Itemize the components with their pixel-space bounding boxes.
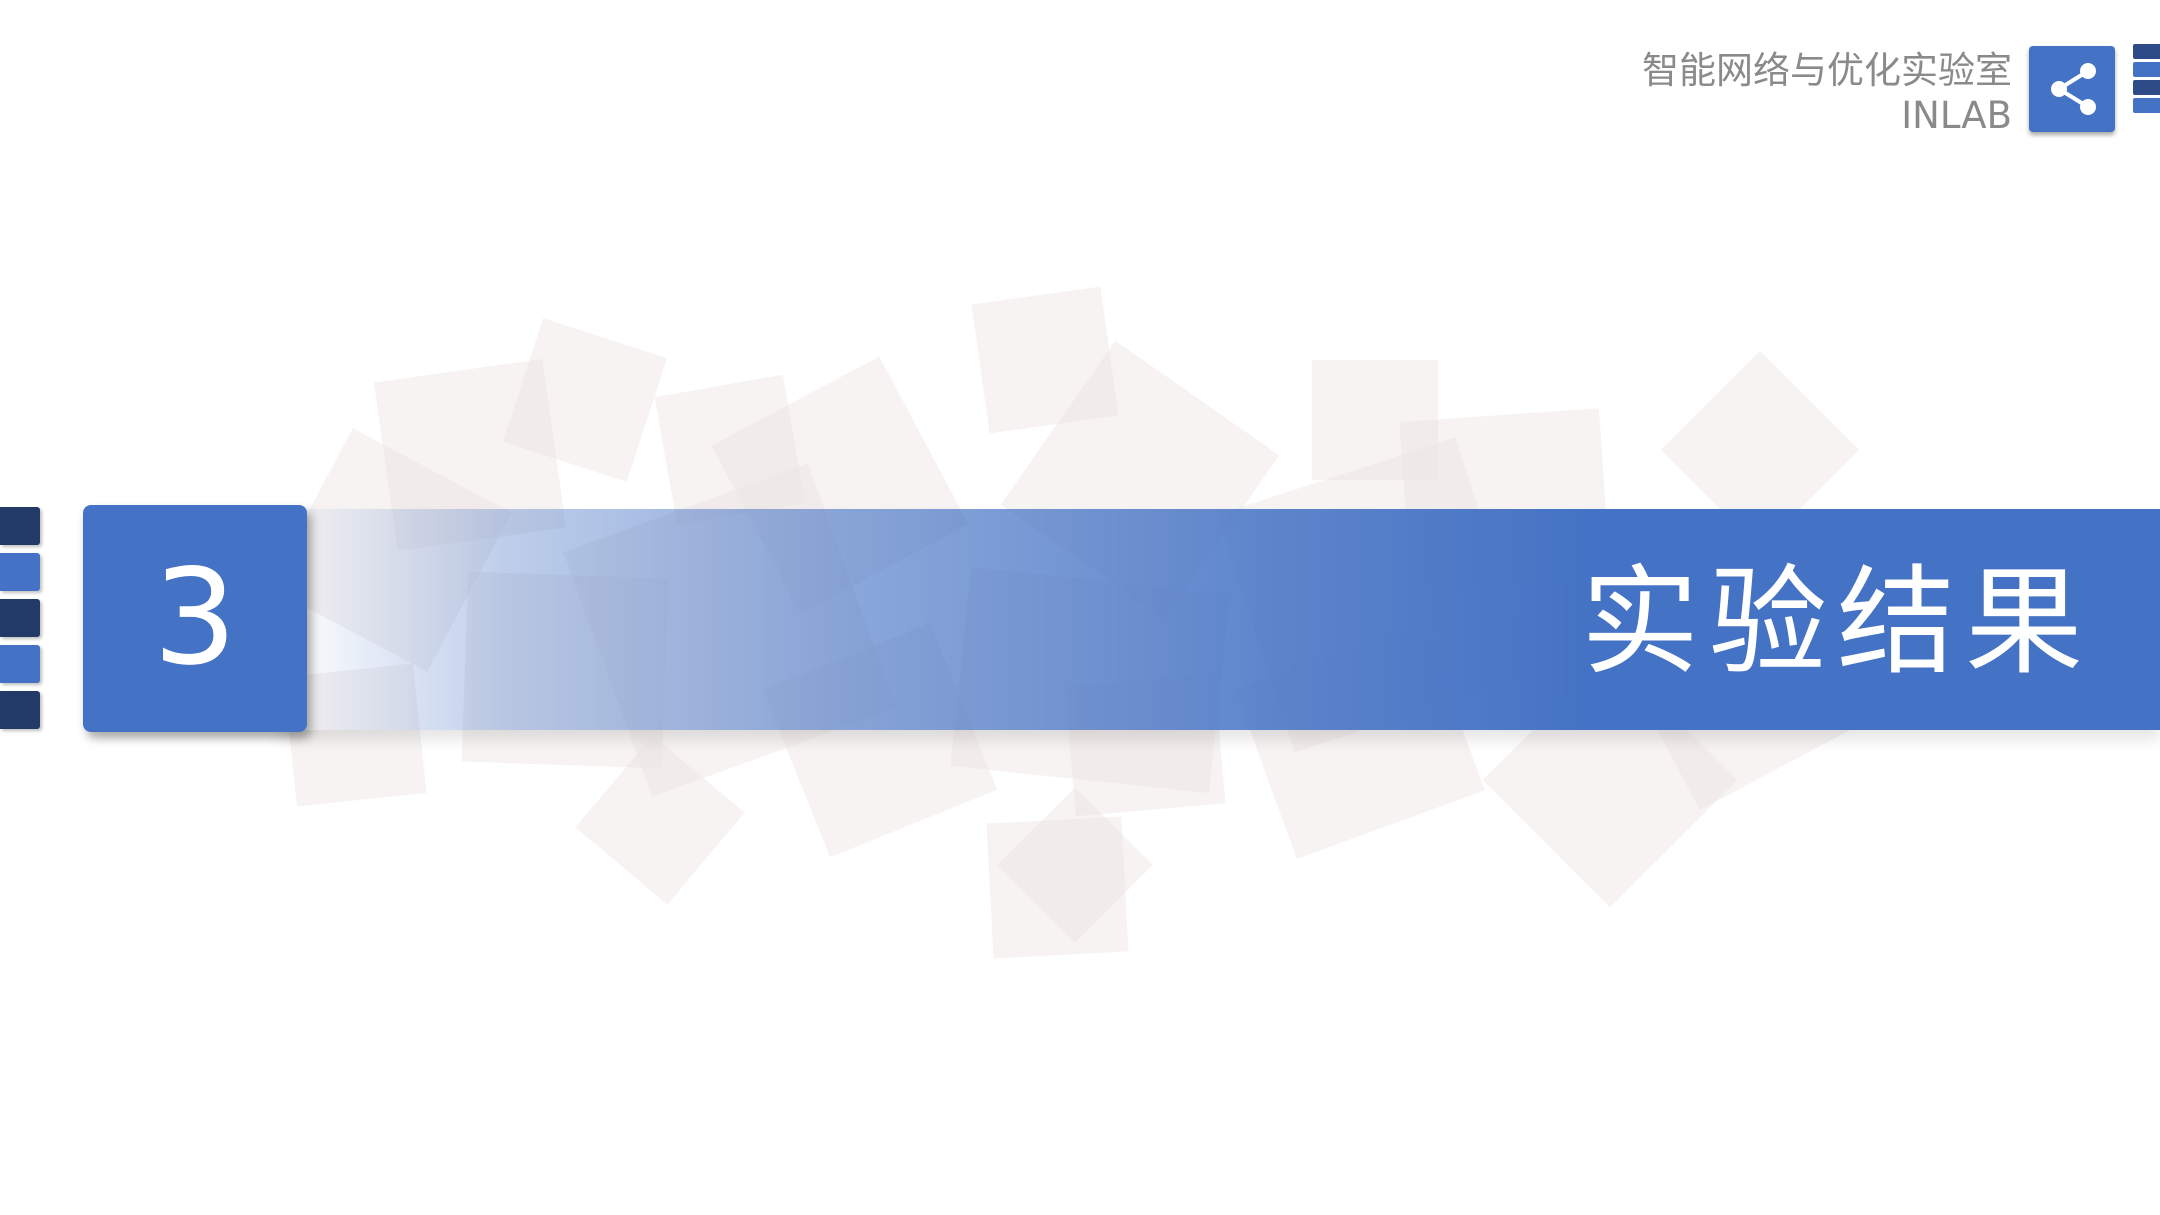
lab-header: 智能网络与优化实验室 INLAB <box>1642 48 2012 138</box>
edge-bar <box>2133 80 2160 95</box>
lab-abbreviation: INLAB <box>1901 94 2012 137</box>
section-number-box: 3 <box>83 505 307 732</box>
side-tab-stack <box>0 507 40 737</box>
header-edge-bars <box>2133 44 2160 116</box>
side-tab <box>0 507 40 545</box>
lab-name: 智能网络与优化实验室 <box>1642 49 2012 92</box>
side-tab <box>0 645 40 683</box>
edge-bar <box>2133 62 2160 77</box>
side-tab <box>0 553 40 591</box>
share-button[interactable] <box>2029 46 2115 132</box>
edge-bar <box>2133 44 2160 59</box>
share-icon <box>2051 63 2096 115</box>
side-tab <box>0 599 40 637</box>
slide: 智能网络与优化实验室 INLAB 实验结果 3 <box>0 0 2160 1215</box>
side-tab <box>0 691 40 729</box>
section-title: 实验结果 <box>1580 553 2093 691</box>
edge-bar <box>2133 98 2160 113</box>
